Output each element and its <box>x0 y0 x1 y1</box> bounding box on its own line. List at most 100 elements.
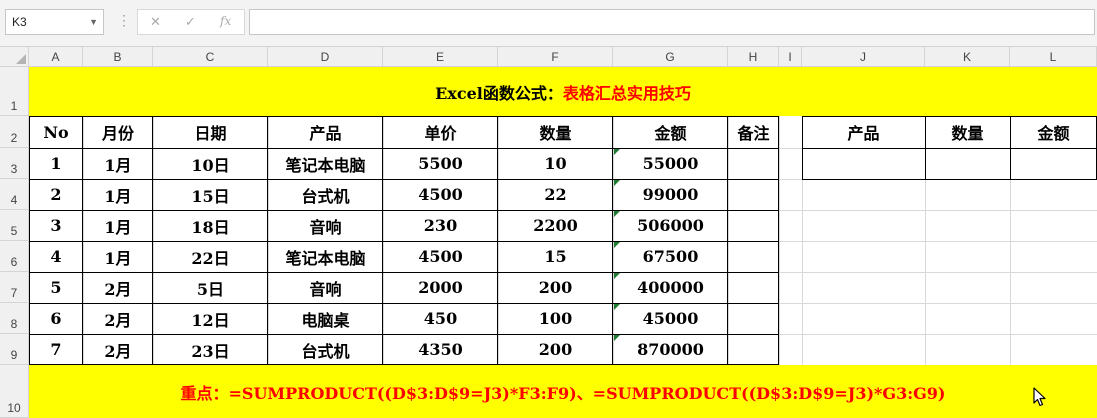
row-header-4[interactable]: 4 <box>0 179 29 210</box>
row-header-2[interactable]: 2 <box>0 116 29 148</box>
summary-header-amount[interactable]: 金额 <box>1010 116 1097 148</box>
cell-product[interactable]: 台式机 <box>268 179 383 210</box>
row-header-8[interactable]: 8 <box>0 303 29 334</box>
column-header-k[interactable]: K <box>925 47 1010 67</box>
cell-month[interactable]: 1月 <box>83 179 153 210</box>
cell-date[interactable]: 10日 <box>153 148 268 179</box>
column-header-d[interactable]: D <box>268 47 383 67</box>
header-remark[interactable]: 备注 <box>728 116 779 148</box>
cell-product[interactable]: 音响 <box>268 272 383 303</box>
cell-quantity[interactable]: 200 <box>498 334 613 365</box>
cell-date[interactable]: 15日 <box>153 179 268 210</box>
column-header-g[interactable]: G <box>613 47 728 67</box>
column-header-j[interactable]: J <box>802 47 925 67</box>
cell-month[interactable]: 1月 <box>83 210 153 241</box>
cell-quantity[interactable]: 200 <box>498 272 613 303</box>
row-header-7[interactable]: 7 <box>0 272 29 303</box>
header-price[interactable]: 单价 <box>383 116 498 148</box>
cell-date[interactable]: 12日 <box>153 303 268 334</box>
header-quantity[interactable]: 数量 <box>498 116 613 148</box>
cell-amount[interactable]: 870000 <box>613 334 728 365</box>
cell-month[interactable]: 2月 <box>83 272 153 303</box>
cell-product[interactable]: 笔记本电脑 <box>268 241 383 272</box>
row-header-10[interactable]: 10 <box>0 365 29 418</box>
enter-icon[interactable]: ✓ <box>185 14 196 30</box>
cell-amount[interactable]: 45000 <box>613 303 728 334</box>
cell-month[interactable]: 2月 <box>83 334 153 365</box>
header-date[interactable]: 日期 <box>153 116 268 148</box>
row-header-3[interactable]: 3 <box>0 148 29 179</box>
cell-price[interactable]: 4500 <box>383 241 498 272</box>
cell-price[interactable]: 230 <box>383 210 498 241</box>
column-header-e[interactable]: E <box>383 47 498 67</box>
cell-product[interactable]: 音响 <box>268 210 383 241</box>
cell-date[interactable]: 18日 <box>153 210 268 241</box>
cell-product[interactable]: 笔记本电脑 <box>268 148 383 179</box>
cell-quantity[interactable]: 15 <box>498 241 613 272</box>
name-box[interactable]: K3 ▼ <box>5 9 104 35</box>
cell-remark[interactable] <box>728 303 779 334</box>
column-header-c[interactable]: C <box>153 47 268 67</box>
summary-header-product[interactable]: 产品 <box>802 116 925 148</box>
cell-no[interactable]: 3 <box>29 210 83 241</box>
cell-remark[interactable] <box>728 334 779 365</box>
cell-remark[interactable] <box>728 210 779 241</box>
cell-quantity[interactable]: 100 <box>498 303 613 334</box>
select-all-corner[interactable] <box>0 47 29 67</box>
cell-amount[interactable]: 99000 <box>613 179 728 210</box>
header-month[interactable]: 月份 <box>83 116 153 148</box>
cell-date[interactable]: 23日 <box>153 334 268 365</box>
column-header-a[interactable]: A <box>29 47 83 67</box>
summary-header-quantity[interactable]: 数量 <box>925 116 1010 148</box>
row-header-5[interactable]: 5 <box>0 210 29 241</box>
cell-remark[interactable] <box>728 241 779 272</box>
header-amount[interactable]: 金额 <box>613 116 728 148</box>
cell-amount[interactable]: 506000 <box>613 210 728 241</box>
cell-month[interactable]: 2月 <box>83 303 153 334</box>
summary-cell-product[interactable] <box>802 148 925 179</box>
cell-price[interactable]: 4350 <box>383 334 498 365</box>
cell-product[interactable]: 台式机 <box>268 334 383 365</box>
insert-function-icon[interactable]: fx <box>220 14 231 28</box>
summary-cell-quantity[interactable] <box>925 148 1010 179</box>
row-header-9[interactable]: 9 <box>0 334 29 365</box>
cell-price[interactable]: 4500 <box>383 179 498 210</box>
cell-remark[interactable] <box>728 148 779 179</box>
cell-amount[interactable]: 55000 <box>613 148 728 179</box>
cell-date[interactable]: 22日 <box>153 241 268 272</box>
column-header-h[interactable]: H <box>728 47 779 67</box>
more-options-icon[interactable]: ⋮ <box>117 13 131 27</box>
row-header-1[interactable]: 1 <box>0 67 29 116</box>
cell-remark[interactable] <box>728 179 779 210</box>
cell-remark[interactable] <box>728 272 779 303</box>
cell-no[interactable]: 4 <box>29 241 83 272</box>
header-no[interactable]: No <box>29 116 83 148</box>
cell-amount[interactable]: 400000 <box>613 272 728 303</box>
cell-no[interactable]: 6 <box>29 303 83 334</box>
column-header-i[interactable]: I <box>779 47 802 67</box>
cell-no[interactable]: 1 <box>29 148 83 179</box>
cell-price[interactable]: 5500 <box>383 148 498 179</box>
summary-cell-amount[interactable] <box>1010 148 1097 179</box>
cancel-icon[interactable]: ✕ <box>150 14 161 30</box>
chevron-down-icon[interactable]: ▼ <box>89 10 98 34</box>
column-header-l[interactable]: L <box>1010 47 1097 67</box>
cell-no[interactable]: 7 <box>29 334 83 365</box>
cell-price[interactable]: 450 <box>383 303 498 334</box>
cell-date[interactable]: 5日 <box>153 272 268 303</box>
cell-no[interactable]: 2 <box>29 179 83 210</box>
column-header-f[interactable]: F <box>498 47 613 67</box>
cell-quantity[interactable]: 22 <box>498 179 613 210</box>
cell-quantity[interactable]: 10 <box>498 148 613 179</box>
cell-month[interactable]: 1月 <box>83 148 153 179</box>
formula-input[interactable] <box>249 9 1095 35</box>
row-header-6[interactable]: 6 <box>0 241 29 272</box>
header-product[interactable]: 产品 <box>268 116 383 148</box>
cell-amount[interactable]: 67500 <box>613 241 728 272</box>
column-header-b[interactable]: B <box>83 47 153 67</box>
cell-month[interactable]: 1月 <box>83 241 153 272</box>
cell-price[interactable]: 2000 <box>383 272 498 303</box>
cell-product[interactable]: 电脑桌 <box>268 303 383 334</box>
cell-quantity[interactable]: 2200 <box>498 210 613 241</box>
cell-no[interactable]: 5 <box>29 272 83 303</box>
